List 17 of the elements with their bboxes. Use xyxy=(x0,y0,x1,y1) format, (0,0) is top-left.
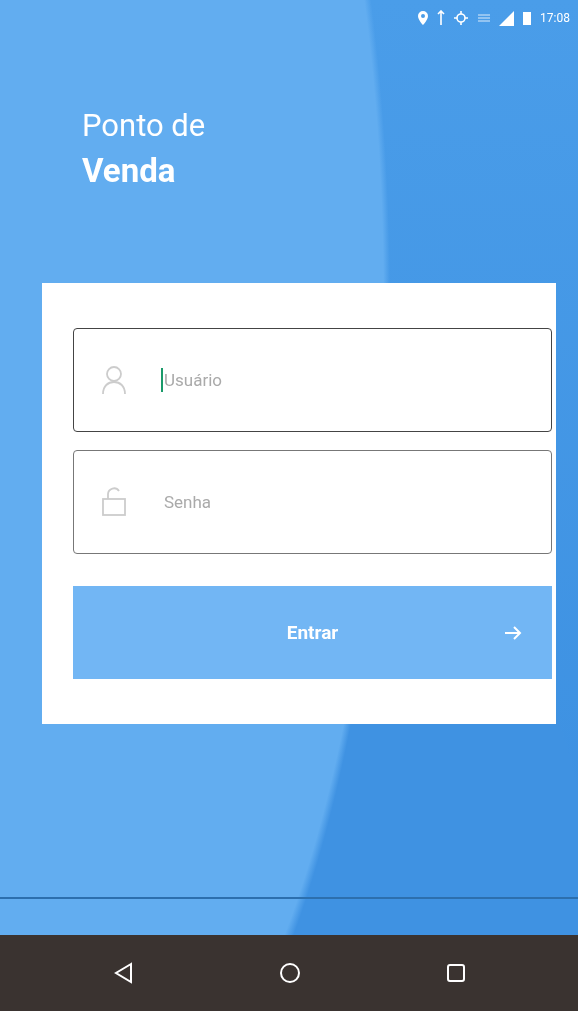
input-field[interactable]: Usuário xyxy=(73,328,552,432)
padlock-icon xyxy=(101,486,127,518)
person-icon xyxy=(101,364,127,396)
app-title: Ponto de xyxy=(82,106,206,146)
upload-icon xyxy=(437,10,446,26)
home-icon[interactable] xyxy=(278,962,301,984)
app-title: Venda xyxy=(82,150,176,192)
text-cursor xyxy=(161,368,163,392)
location-icon xyxy=(417,10,430,26)
arrow-right-icon xyxy=(504,624,522,641)
input-field[interactable]: Senha xyxy=(73,450,552,554)
status-time: 17:08 xyxy=(540,11,570,25)
recents-icon[interactable] xyxy=(445,963,466,983)
back-icon[interactable] xyxy=(112,962,134,984)
login-button[interactable]: Entrar xyxy=(73,586,552,679)
battery-icon xyxy=(522,11,533,25)
signal-icon xyxy=(499,10,515,26)
